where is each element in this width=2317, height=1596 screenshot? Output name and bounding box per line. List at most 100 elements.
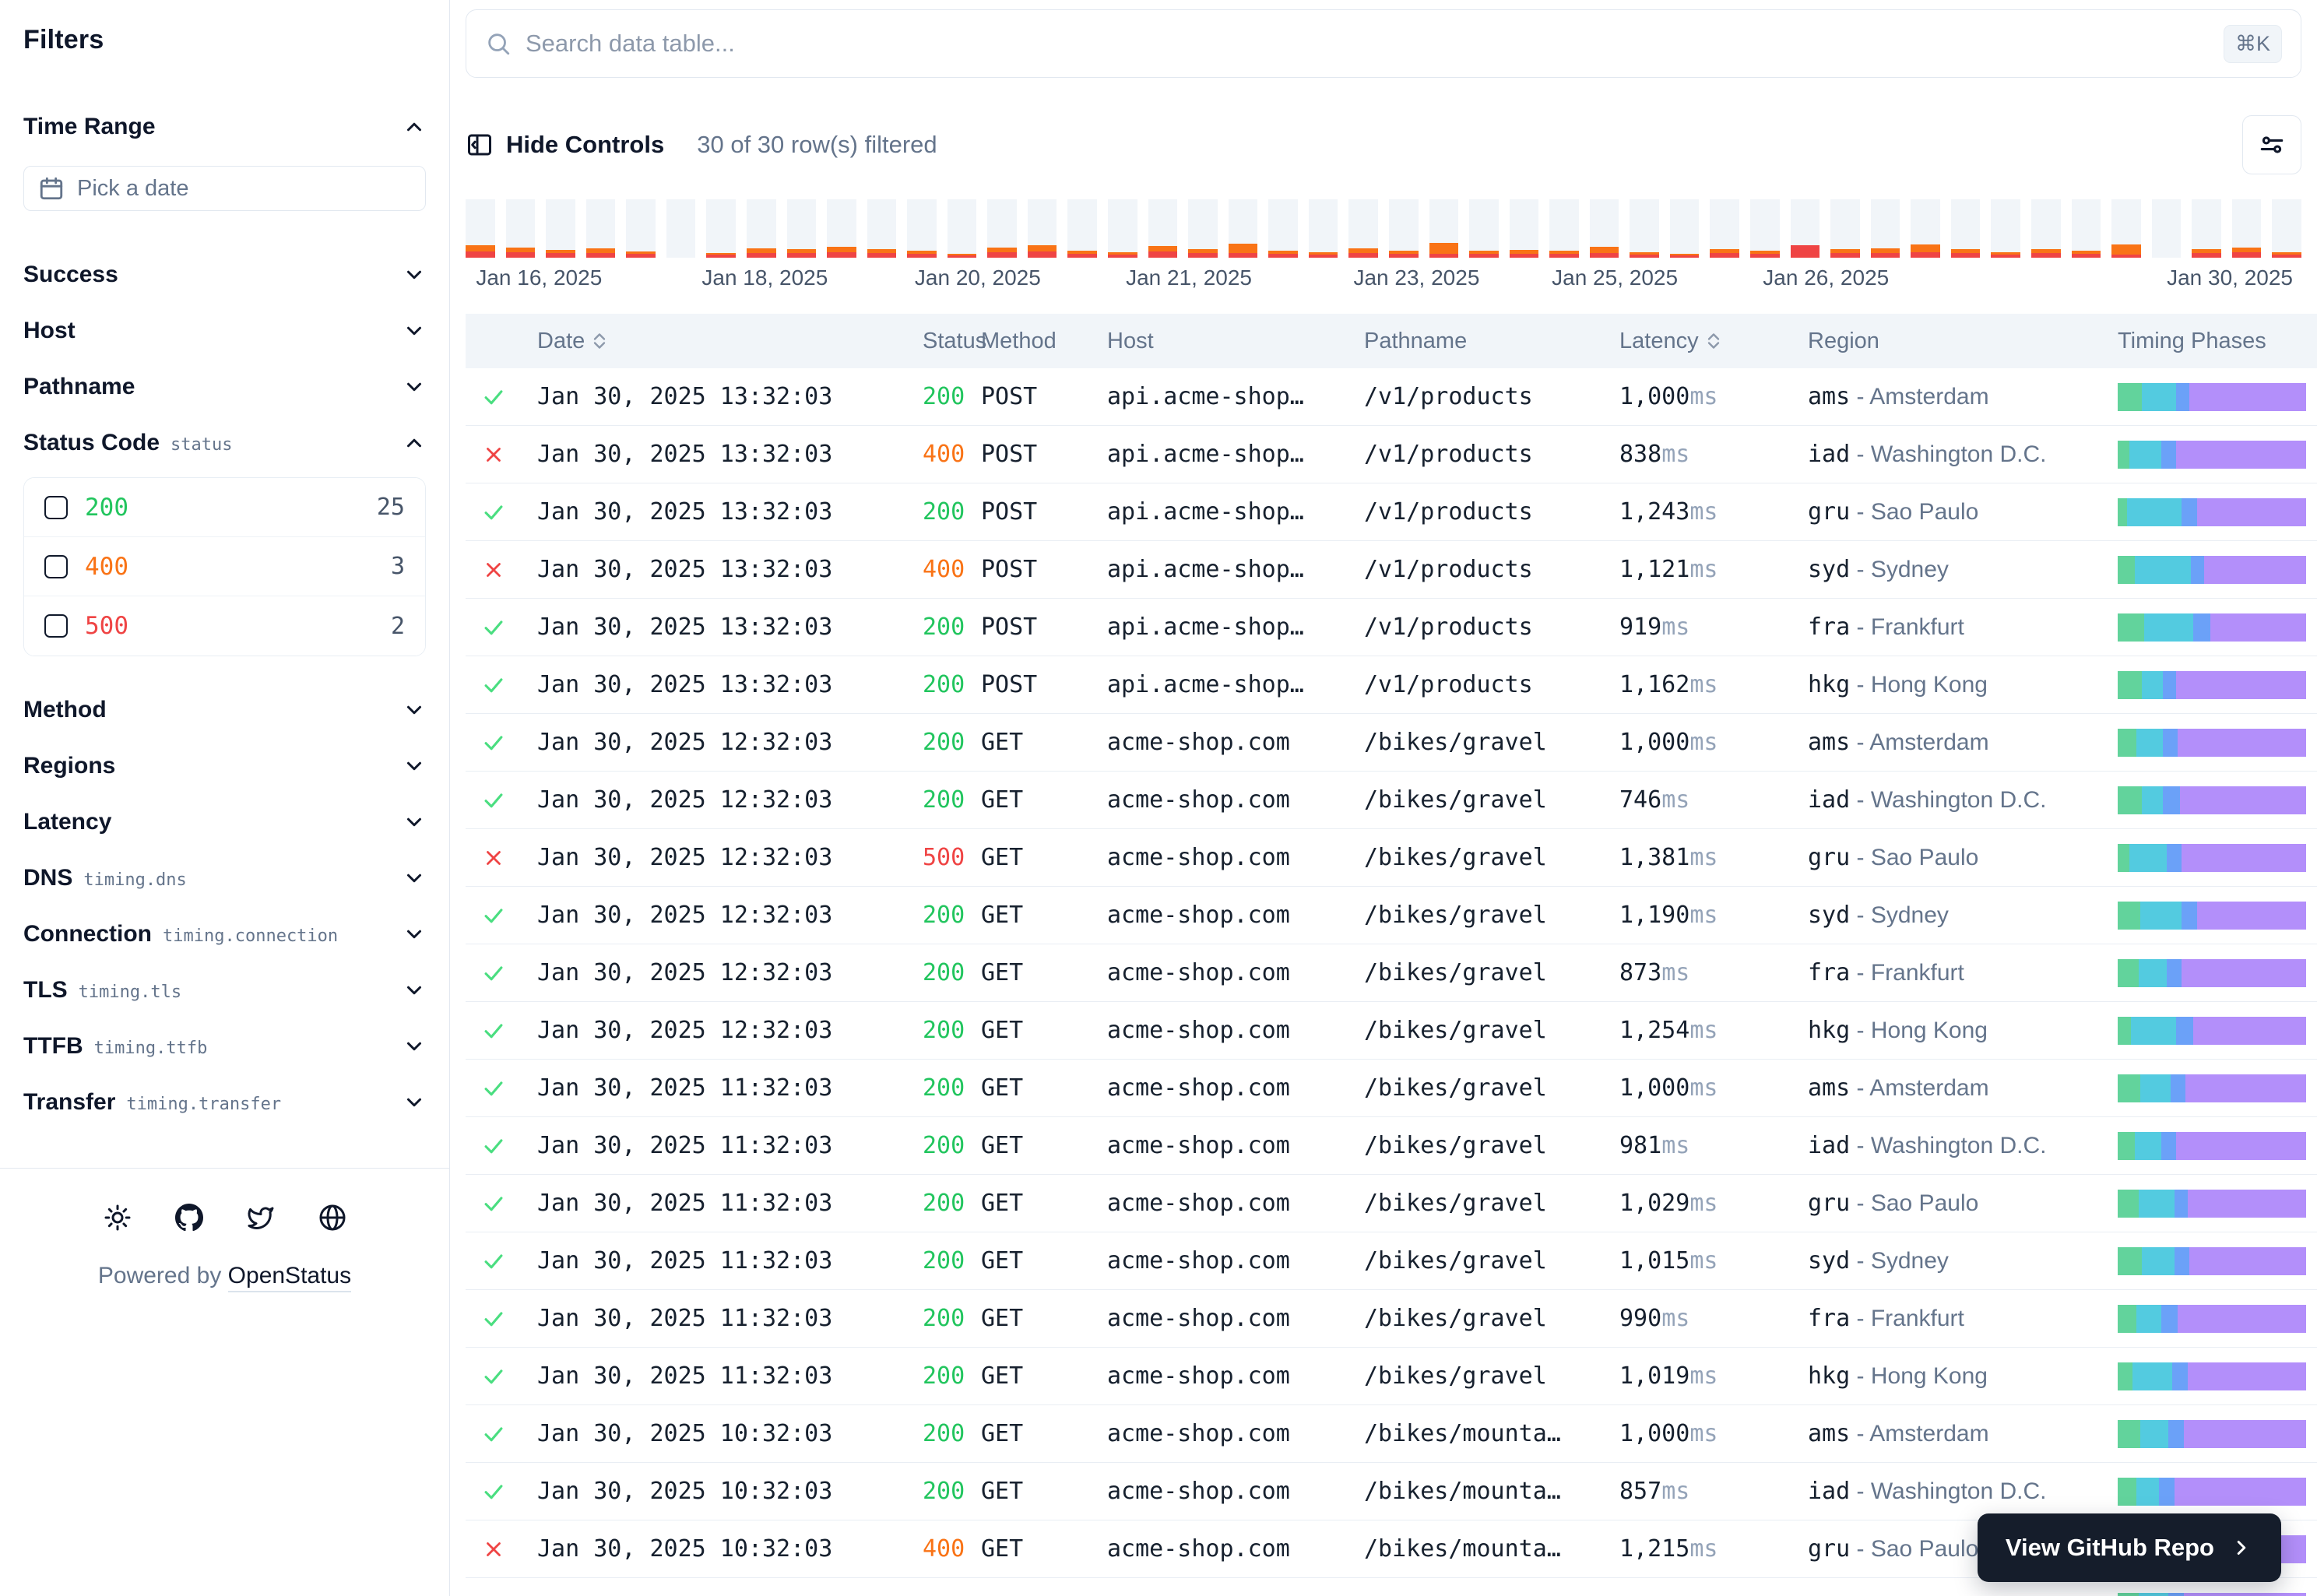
section-tls[interactable]: TLStiming.tls xyxy=(23,962,426,1018)
checkbox[interactable] xyxy=(44,555,68,578)
timeline-bar[interactable] xyxy=(2072,199,2101,258)
table-row[interactable]: Jan 30, 2025 11:32:03200GETacme-shop.com… xyxy=(466,1290,2317,1348)
table-row[interactable]: Jan 30, 2025 12:32:03200GETacme-shop.com… xyxy=(466,772,2317,829)
table-row[interactable]: Jan 30, 2025 10:32:03200GETacme-shop.com… xyxy=(466,1463,2317,1520)
status-option-500[interactable]: 5002 xyxy=(24,596,425,656)
section-dns[interactable]: DNStiming.dns xyxy=(23,850,426,906)
view-github-repo-button[interactable]: View GitHub Repo xyxy=(1978,1513,2281,1582)
timeline-bar[interactable] xyxy=(1108,199,1137,258)
section-status-code[interactable]: Status Code status xyxy=(23,415,426,471)
timeline-bar[interactable] xyxy=(1429,199,1459,258)
openstatus-link[interactable]: OpenStatus xyxy=(228,1263,351,1292)
table-row[interactable]: Jan 30, 2025 13:32:03200POSTapi.acme-sho… xyxy=(466,483,2317,541)
timeline-bar[interactable] xyxy=(706,199,736,258)
timeline-bar[interactable] xyxy=(1670,199,1700,258)
column-header-date[interactable]: Date xyxy=(537,329,923,354)
timeline-bar[interactable] xyxy=(1348,199,1378,258)
timeline-bar[interactable] xyxy=(506,199,536,258)
section-time-range[interactable]: Time Range xyxy=(23,99,426,155)
section-transfer[interactable]: Transfertiming.transfer xyxy=(23,1074,426,1130)
hide-controls-button[interactable]: Hide Controls xyxy=(466,131,664,159)
timeline-bar[interactable] xyxy=(1229,199,1258,258)
timeline-bar[interactable] xyxy=(1911,199,1940,258)
timeline-bar[interactable] xyxy=(546,199,575,258)
twitter-icon[interactable] xyxy=(247,1204,275,1232)
table-row[interactable]: Jan 30, 2025 13:32:03400POSTapi.acme-sho… xyxy=(466,426,2317,483)
section-method[interactable]: Method xyxy=(23,682,426,738)
timeline-bar[interactable] xyxy=(666,199,696,258)
checkbox[interactable] xyxy=(44,496,68,519)
github-icon[interactable] xyxy=(175,1204,203,1232)
timeline-bar[interactable] xyxy=(466,199,495,258)
table-row[interactable]: Jan 30, 2025 13:32:03200POSTapi.acme-sho… xyxy=(466,656,2317,714)
timeline-bar[interactable] xyxy=(1951,199,1981,258)
timeline-bar[interactable] xyxy=(787,199,817,258)
globe-icon[interactable] xyxy=(318,1204,346,1232)
timeline-bar[interactable] xyxy=(1791,199,1820,258)
table-row[interactable]: Jan 30, 2025 11:32:03200GETacme-shop.com… xyxy=(466,1117,2317,1175)
timeline-bar[interactable] xyxy=(2232,199,2262,258)
timeline-bar[interactable] xyxy=(1028,199,1057,258)
table-row[interactable]: Jan 30, 2025 11:32:03200GETacme-shop.com… xyxy=(466,1348,2317,1405)
timeline-bar[interactable] xyxy=(1871,199,1900,258)
timeline-bar[interactable] xyxy=(1710,199,1739,258)
table-row[interactable]: Jan 30, 2025 12:32:03200GETacme-shop.com… xyxy=(466,944,2317,1002)
timeline-bar[interactable] xyxy=(1750,199,1780,258)
timing-phases-bar xyxy=(2118,671,2306,699)
timeline-bar[interactable] xyxy=(1469,199,1499,258)
timeline-bar[interactable] xyxy=(2152,199,2182,258)
timeline-bar[interactable] xyxy=(2031,199,2061,258)
timeline-bar[interactable] xyxy=(948,199,977,258)
timeline-bar[interactable] xyxy=(2111,199,2141,258)
table-row[interactable]: Jan 30, 2025 12:32:03500GETacme-shop.com… xyxy=(466,829,2317,887)
table-row[interactable]: Jan 30, 2025 13:32:03400POSTapi.acme-sho… xyxy=(466,541,2317,599)
check-icon xyxy=(480,1133,507,1159)
table-row[interactable]: Jan 30, 2025 12:32:03200GETacme-shop.com… xyxy=(466,1002,2317,1060)
timeline-bar[interactable] xyxy=(1148,199,1178,258)
timeline-bar[interactable] xyxy=(2272,199,2301,258)
checkbox[interactable] xyxy=(44,614,68,638)
timeline-bar[interactable] xyxy=(827,199,856,258)
section-pathname[interactable]: Pathname xyxy=(23,359,426,415)
section-regions[interactable]: Regions xyxy=(23,738,426,794)
timeline-bar[interactable] xyxy=(626,199,656,258)
table-row[interactable]: Jan 30, 2025 12:32:03200GETacme-shop.com… xyxy=(466,887,2317,944)
timeline-bar[interactable] xyxy=(1309,199,1338,258)
timeline-bar[interactable] xyxy=(1268,199,1298,258)
timeline-bar[interactable] xyxy=(867,199,897,258)
timeline-bar[interactable] xyxy=(907,199,937,258)
timing-phase-segment xyxy=(2161,441,2176,469)
section-latency[interactable]: Latency xyxy=(23,794,426,850)
section-success[interactable]: Success xyxy=(23,247,426,303)
timeline-bar[interactable] xyxy=(1590,199,1619,258)
timeline-bar[interactable] xyxy=(1630,199,1659,258)
timeline-bar[interactable] xyxy=(1549,199,1579,258)
section-host[interactable]: Host xyxy=(23,303,426,359)
table-row[interactable]: Jan 30, 2025 10:32:03200GETacme-shop.com… xyxy=(466,1405,2317,1463)
column-header-latency[interactable]: Latency xyxy=(1619,329,1808,354)
table-row[interactable]: Jan 30, 2025 11:32:03200GETacme-shop.com… xyxy=(466,1232,2317,1290)
timeline-bar[interactable] xyxy=(987,199,1017,258)
timeline-bar[interactable] xyxy=(2192,199,2221,258)
table-row[interactable]: Jan 30, 2025 13:32:03200POSTapi.acme-sho… xyxy=(466,599,2317,656)
table-row[interactable]: Jan 30, 2025 11:32:03200GETacme-shop.com… xyxy=(466,1175,2317,1232)
search-input[interactable] xyxy=(526,30,2210,58)
timeline-bar[interactable] xyxy=(1389,199,1419,258)
timeline-bar[interactable] xyxy=(586,199,616,258)
status-option-200[interactable]: 20025 xyxy=(24,478,425,537)
timeline-bar[interactable] xyxy=(1510,199,1539,258)
table-row[interactable]: Jan 30, 2025 12:32:03200GETacme-shop.com… xyxy=(466,714,2317,772)
timeline-bar[interactable] xyxy=(1830,199,1860,258)
table-row[interactable]: Jan 30, 2025 13:32:03200POSTapi.acme-sho… xyxy=(466,368,2317,426)
date-picker[interactable]: Pick a date xyxy=(23,166,426,211)
timeline-bar[interactable] xyxy=(747,199,776,258)
status-option-400[interactable]: 4003 xyxy=(24,537,425,596)
section-ttfb[interactable]: TTFBtiming.ttfb xyxy=(23,1018,426,1074)
section-connection[interactable]: Connectiontiming.connection xyxy=(23,906,426,962)
timeline-bar[interactable] xyxy=(1067,199,1097,258)
theme-toggle-sun-icon[interactable] xyxy=(104,1204,132,1232)
view-options-button[interactable] xyxy=(2242,115,2301,174)
table-row[interactable]: Jan 30, 2025 11:32:03200GETacme-shop.com… xyxy=(466,1060,2317,1117)
timeline-bar[interactable] xyxy=(1188,199,1218,258)
timeline-bar[interactable] xyxy=(1991,199,2020,258)
